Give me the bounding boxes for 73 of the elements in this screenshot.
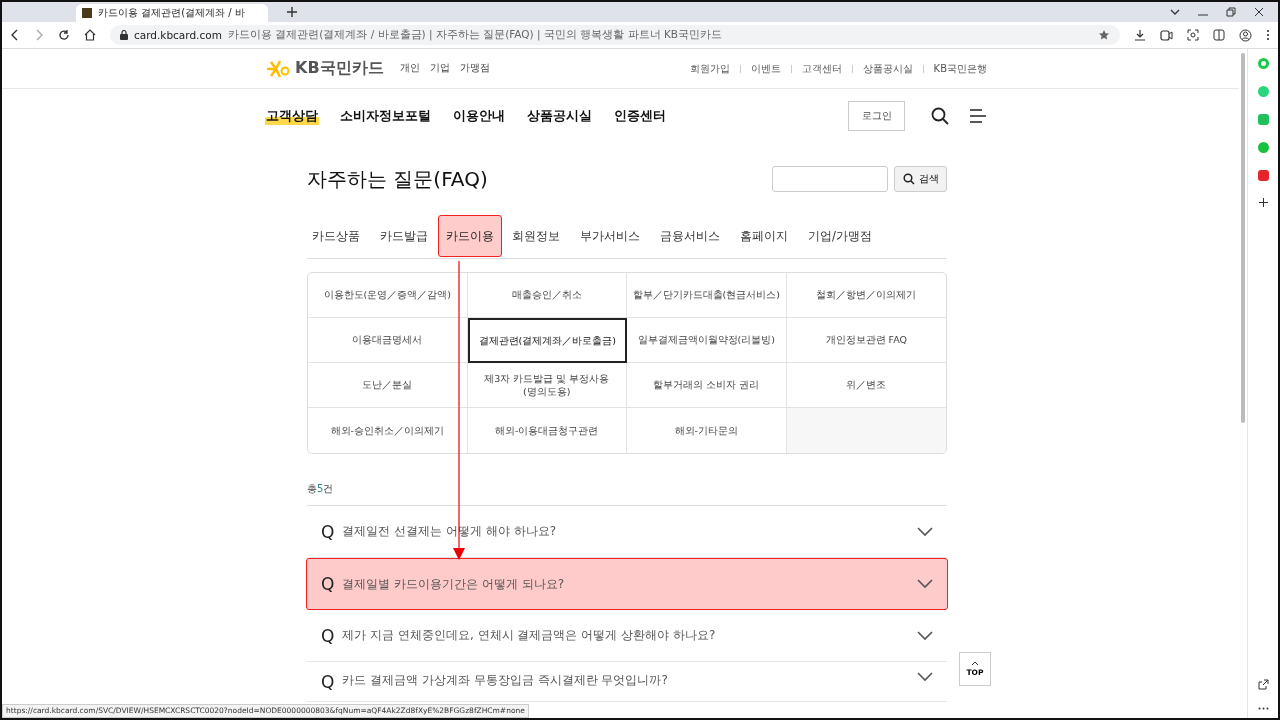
browser-tab[interactable]: 카드이용 결제관련(결제계좌 / 바 (76, 4, 268, 22)
utility-link[interactable]: 상품공시실 (862, 61, 913, 76)
question-row[interactable]: Q 제가 지금 연체중인데요, 연체시 결제금액은 어떻게 상환해야 하나요? (307, 610, 947, 662)
nav-item[interactable]: 인증센터 (613, 106, 667, 125)
subcategory-link[interactable]: 결제관련(결제계좌／바로출금) (467, 318, 627, 363)
chevron-down-icon[interactable] (1170, 8, 1180, 16)
split-screen-icon[interactable] (1213, 29, 1225, 41)
search-icon[interactable] (931, 106, 949, 125)
address-bar[interactable]: card.kbcard.com 카드이용 결제관련(결제계좌 / 바로출금) | 자주하는 질문(FAQ) | 국민의 행복생활 파트너 KB국민카드 (110, 25, 1120, 45)
login-button[interactable]: 로그인 (848, 100, 905, 131)
download-icon[interactable] (1134, 29, 1146, 41)
search-icon (902, 173, 915, 185)
utility-link[interactable]: 고객센터 (801, 61, 842, 76)
home-icon[interactable] (84, 29, 96, 41)
utility-link[interactable]: 회원가입 (689, 61, 730, 76)
add-icon[interactable] (1258, 198, 1268, 207)
subcategory-link[interactable]: 할부／단기카드대출(현금서비스) (627, 273, 787, 318)
subcategory-link[interactable]: 이용한도(운영／증액／감액) (308, 273, 468, 318)
menu-icon[interactable] (969, 108, 987, 123)
nav-item[interactable]: 이용안내 (452, 106, 506, 125)
utility-link[interactable]: KB국민은행 (933, 61, 987, 76)
subcategory-link[interactable]: 해외-승인취소／이의제기 (308, 408, 468, 453)
chevron-down-icon (917, 630, 933, 641)
chevron-down-icon (917, 526, 933, 537)
subcategory-link[interactable]: 철회／항변／이의제기 (786, 273, 946, 318)
new-tab-icon[interactable] (286, 6, 298, 18)
search-button[interactable]: 검색 (894, 166, 947, 192)
screenshot-icon[interactable] (1187, 29, 1199, 41)
category-tab[interactable]: 카드발급 (370, 215, 438, 257)
nav-item[interactable]: 상품공시실 (526, 106, 593, 125)
restore-icon[interactable] (1226, 7, 1236, 17)
category-tab[interactable]: 부가서비스 (570, 215, 650, 257)
site-icon (82, 8, 92, 18)
segment-link[interactable]: 가맹점 (459, 62, 490, 75)
category-tab[interactable]: 회원정보 (502, 215, 570, 257)
question-row[interactable]: Q 카드 결제금액 가상계좌 무통장입금 즉시결제란 무엇입니까? (307, 662, 947, 702)
subcategory-link[interactable]: 해외-기타문의 (627, 408, 787, 453)
question-row[interactable]: Q 결제일별 카드이용기간은 어떻게 되나요? (306, 558, 948, 610)
search-field[interactable] (772, 166, 888, 192)
segment-link[interactable]: 개인 (399, 62, 420, 75)
chevron-down-icon (917, 672, 933, 682)
favorites-icon[interactable] (1098, 29, 1110, 41)
subcategory-link[interactable]: 매출승인／취소 (467, 273, 627, 318)
reload-icon[interactable] (58, 29, 70, 41)
logo[interactable]: KB국민카드 (265, 58, 384, 79)
close-icon[interactable] (1254, 7, 1264, 17)
nav-item[interactable]: 소비자정보포털 (339, 106, 432, 125)
category-tab[interactable]: 금융서비스 (650, 215, 730, 257)
subcategory-link[interactable]: 해외-이용대금청구관련 (467, 408, 627, 453)
more-icon[interactable] (1266, 29, 1270, 41)
subcategory-link[interactable]: 일부결제금액이월약정(리볼빙) (627, 318, 787, 363)
subcategory-link[interactable]: 도난／분실 (308, 363, 468, 408)
category-tab[interactable]: 카드상품 (307, 215, 370, 257)
back-icon[interactable] (10, 29, 20, 41)
profile-icon[interactable] (1239, 28, 1252, 42)
result-count: 총5건 (307, 482, 335, 496)
segment-link[interactable]: 기업 (429, 62, 450, 75)
subcategory-link[interactable]: 제3자 카드발급 및 부정사용 (명의도용) (467, 363, 627, 408)
video-icon[interactable] (1160, 29, 1173, 41)
subcategory-link[interactable]: 할부거래의 소비자 권리 (627, 363, 787, 408)
caret-up-icon (971, 661, 979, 666)
category-tab[interactable]: 카드이용 (438, 215, 502, 257)
page-title: 자주하는 질문(FAQ) (307, 165, 488, 193)
subcategory-link[interactable]: 개인정보관련 FAQ (786, 318, 946, 363)
category-tab[interactable]: 홈페이지 (730, 215, 798, 257)
extension-icon[interactable] (1257, 170, 1269, 181)
category-tab[interactable]: 기업/가맹점 (798, 215, 882, 257)
lock-icon (120, 30, 128, 40)
more-icon[interactable] (1257, 707, 1269, 710)
external-link-icon[interactable] (1257, 679, 1269, 690)
utility-link[interactable]: 이벤트 (750, 61, 781, 76)
chevron-down-icon (917, 579, 933, 589)
subcategory-link[interactable]: 이용대금명세서 (308, 318, 468, 363)
